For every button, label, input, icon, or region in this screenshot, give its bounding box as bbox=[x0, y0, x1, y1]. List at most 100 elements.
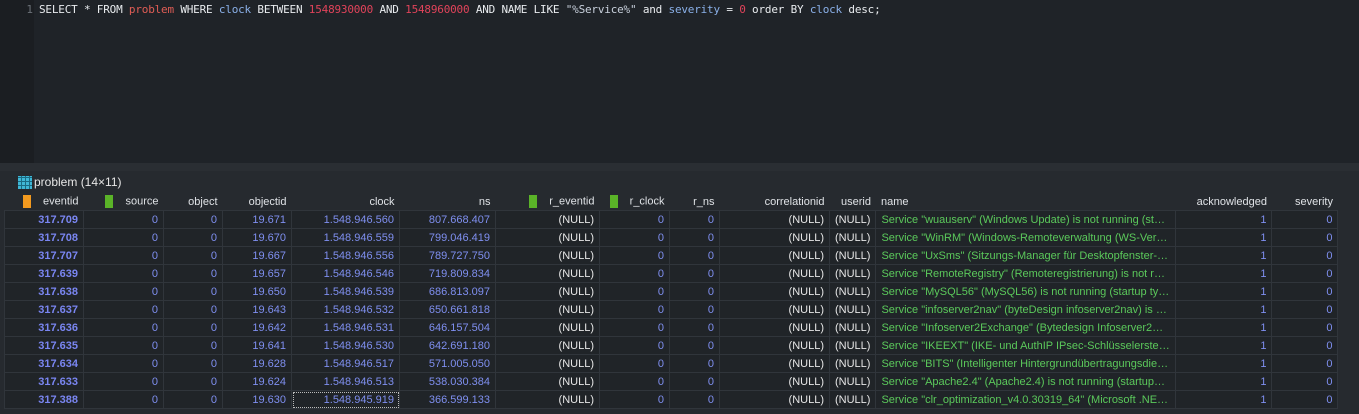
cell-correlationid[interactable]: (NULL) bbox=[719, 390, 830, 409]
cell-r_ns[interactable]: 0 bbox=[669, 300, 720, 319]
cell-r_ns[interactable]: 0 bbox=[669, 372, 720, 391]
cell-clock[interactable]: 1.548.946.559 bbox=[291, 228, 400, 247]
cell-source[interactable]: 0 bbox=[83, 228, 164, 247]
cell-name[interactable]: Service "MySQL56" (MySQL56) is not runni… bbox=[875, 282, 1177, 301]
table-row[interactable]: 317.637 0 0 19.643 1.548.946.532 650.661.818(… bbox=[4, 300, 1339, 319]
cell-objectid[interactable]: 19.642 bbox=[222, 318, 292, 337]
cell-userid[interactable]: (NULL) bbox=[828, 210, 877, 229]
cell-source[interactable]: 0 bbox=[83, 336, 164, 355]
cell-r_eventid[interactable]: (NULL) bbox=[495, 300, 600, 319]
cell-acknowledged[interactable]: 1 bbox=[1175, 390, 1273, 409]
cell-eventid[interactable]: 317.637 bbox=[4, 300, 84, 319]
cell-userid[interactable]: (NULL) bbox=[828, 336, 877, 355]
column-header-r_ns[interactable]: r_ns bbox=[670, 193, 720, 211]
cell-clock[interactable]: 1.548.946.539 bbox=[291, 282, 400, 301]
cell-eventid[interactable]: 317.639 bbox=[4, 264, 84, 283]
cell-acknowledged[interactable]: 1 bbox=[1175, 210, 1273, 229]
cell-r_clock[interactable]: 0 bbox=[599, 282, 670, 301]
cell-r_clock[interactable]: 0 bbox=[599, 336, 670, 355]
cell-userid[interactable]: (NULL) bbox=[828, 300, 877, 319]
cell-severity[interactable]: 0 bbox=[1271, 210, 1339, 229]
cell-r_ns[interactable]: 0 bbox=[669, 390, 720, 409]
sql-query[interactable]: SELECT * FROM problem WHERE clock BETWEE… bbox=[39, 3, 881, 16]
cell-correlationid[interactable]: (NULL) bbox=[719, 264, 830, 283]
cell-acknowledged[interactable]: 1 bbox=[1175, 354, 1273, 373]
table-row[interactable]: 317.709 0 0 19.671 1.548.946.560 807.668.407(… bbox=[4, 210, 1339, 229]
column-header-r_eventid[interactable]: r_eventid bbox=[496, 193, 600, 211]
cell-source[interactable]: 0 bbox=[83, 282, 164, 301]
cell-r_clock[interactable]: 0 bbox=[599, 264, 670, 283]
cell-clock[interactable]: 1.548.946.546 bbox=[291, 264, 400, 283]
cell-source[interactable]: 0 bbox=[83, 264, 164, 283]
cell-source[interactable]: 0 bbox=[83, 246, 164, 265]
cell-name[interactable]: Service "BITS" (Intelligenter Hintergrun… bbox=[875, 354, 1177, 373]
column-header-objectid[interactable]: objectid bbox=[223, 193, 292, 211]
cell-objectid[interactable]: 19.657 bbox=[222, 264, 292, 283]
result-grid[interactable]: eventid source object objectid clock ns r_even… bbox=[4, 193, 1339, 409]
cell-name[interactable]: Service "Infoserver2Exchange" (Bytedesig… bbox=[875, 318, 1177, 337]
cell-clock[interactable]: 1.548.946.530 bbox=[291, 336, 400, 355]
cell-object[interactable]: 0 bbox=[163, 390, 223, 409]
cell-ns[interactable]: 366.599.133 bbox=[399, 390, 496, 409]
cell-correlationid[interactable]: (NULL) bbox=[719, 210, 830, 229]
cell-correlationid[interactable]: (NULL) bbox=[719, 318, 830, 337]
cell-eventid[interactable]: 317.636 bbox=[4, 318, 84, 337]
cell-ns[interactable]: 719.809.834 bbox=[399, 264, 496, 283]
cell-object[interactable]: 0 bbox=[163, 264, 223, 283]
cell-name[interactable]: Service "UxSms" (Sitzungs-Manager für De… bbox=[875, 246, 1177, 265]
cell-source[interactable]: 0 bbox=[83, 390, 164, 409]
cell-r_clock[interactable]: 0 bbox=[599, 300, 670, 319]
cell-clock[interactable]: 1.548.946.517 bbox=[291, 354, 400, 373]
cell-userid[interactable]: (NULL) bbox=[828, 354, 877, 373]
column-header-eventid[interactable]: eventid bbox=[5, 193, 84, 211]
cell-correlationid[interactable]: (NULL) bbox=[719, 228, 830, 247]
cell-acknowledged[interactable]: 1 bbox=[1175, 228, 1273, 247]
column-header-userid[interactable]: userid bbox=[830, 193, 876, 211]
cell-clock[interactable]: 1.548.946.532 bbox=[291, 300, 400, 319]
cell-object[interactable]: 0 bbox=[163, 282, 223, 301]
sql-editor[interactable]: 1 SELECT * FROM problem WHERE clock BETW… bbox=[0, 0, 1359, 163]
cell-r_ns[interactable]: 0 bbox=[669, 228, 720, 247]
cell-source[interactable]: 0 bbox=[83, 300, 164, 319]
cell-ns[interactable]: 538.030.384 bbox=[399, 372, 496, 391]
cell-r_eventid[interactable]: (NULL) bbox=[495, 336, 600, 355]
cell-objectid[interactable]: 19.641 bbox=[222, 336, 292, 355]
column-header-clock[interactable]: clock bbox=[292, 193, 400, 211]
cell-r_eventid[interactable]: (NULL) bbox=[495, 228, 600, 247]
cell-r_eventid[interactable]: (NULL) bbox=[495, 354, 600, 373]
cell-clock[interactable]: 1.548.946.513 bbox=[291, 372, 400, 391]
cell-name[interactable]: Service "RemoteRegistry" (Remoteregistri… bbox=[875, 264, 1177, 283]
cell-object[interactable]: 0 bbox=[163, 246, 223, 265]
cell-userid[interactable]: (NULL) bbox=[828, 282, 877, 301]
cell-objectid[interactable]: 19.671 bbox=[222, 210, 292, 229]
cell-r_eventid[interactable]: (NULL) bbox=[495, 246, 600, 265]
cell-object[interactable]: 0 bbox=[163, 354, 223, 373]
cell-objectid[interactable]: 19.628 bbox=[222, 354, 292, 373]
cell-correlationid[interactable]: (NULL) bbox=[719, 300, 830, 319]
cell-clock[interactable]: 1.548.946.560 bbox=[291, 210, 400, 229]
cell-severity[interactable]: 0 bbox=[1271, 264, 1339, 283]
table-row[interactable]: 317.633 0 0 19.624 1.548.946.513 538.030.384(… bbox=[4, 372, 1339, 391]
cell-ns[interactable]: 646.157.504 bbox=[399, 318, 496, 337]
cell-acknowledged[interactable]: 1 bbox=[1175, 318, 1273, 337]
cell-r_eventid[interactable]: (NULL) bbox=[495, 282, 600, 301]
cell-r_clock[interactable]: 0 bbox=[599, 246, 670, 265]
cell-name[interactable]: Service "Apache2.4" (Apache2.4) is not r… bbox=[875, 372, 1177, 391]
cell-ns[interactable]: 571.005.050 bbox=[399, 354, 496, 373]
cell-object[interactable]: 0 bbox=[163, 300, 223, 319]
cell-acknowledged[interactable]: 1 bbox=[1175, 300, 1273, 319]
cell-objectid[interactable]: 19.670 bbox=[222, 228, 292, 247]
cell-objectid[interactable]: 19.667 bbox=[222, 246, 292, 265]
cell-object[interactable]: 0 bbox=[163, 336, 223, 355]
cell-object[interactable]: 0 bbox=[163, 372, 223, 391]
cell-r_ns[interactable]: 0 bbox=[669, 336, 720, 355]
table-row[interactable]: 317.636 0 0 19.642 1.548.946.531 646.157.504(… bbox=[4, 318, 1339, 337]
cell-severity[interactable]: 0 bbox=[1271, 390, 1339, 409]
cell-r_ns[interactable]: 0 bbox=[669, 210, 720, 229]
cell-eventid[interactable]: 317.388 bbox=[4, 390, 84, 409]
cell-ns[interactable]: 789.727.750 bbox=[399, 246, 496, 265]
cell-correlationid[interactable]: (NULL) bbox=[719, 372, 830, 391]
cell-r_eventid[interactable]: (NULL) bbox=[495, 390, 600, 409]
cell-severity[interactable]: 0 bbox=[1271, 354, 1339, 373]
cell-r_ns[interactable]: 0 bbox=[669, 264, 720, 283]
